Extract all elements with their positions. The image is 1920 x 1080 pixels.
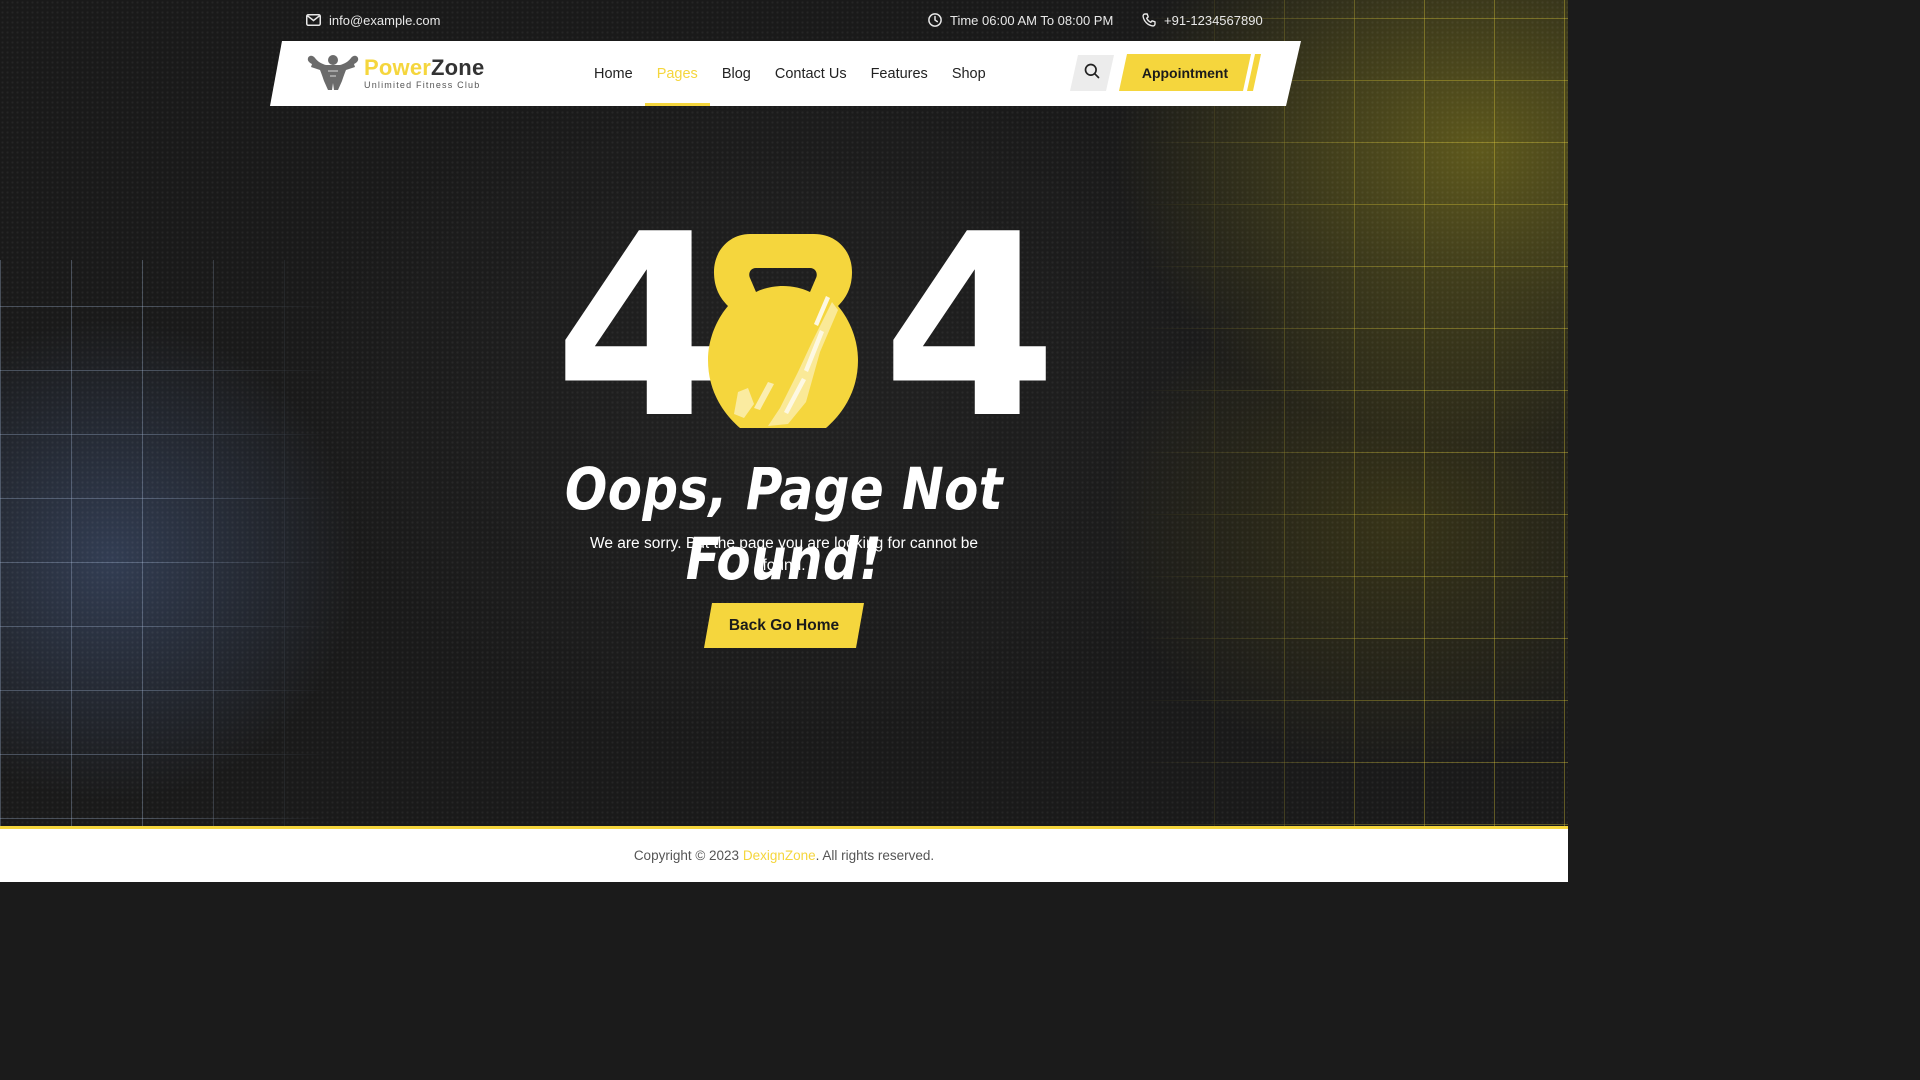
- phone-icon: [1142, 13, 1156, 27]
- back-home-button-label: Back Go Home: [728, 616, 840, 634]
- topbar-email[interactable]: info@example.com: [306, 10, 440, 30]
- appointment-button-label: Appointment: [1141, 64, 1229, 81]
- error-digit-left: 4: [554, 181, 730, 474]
- topbar-phone[interactable]: +91-1234567890: [1142, 10, 1263, 30]
- error-code-graphic: 4 4: [552, 202, 1057, 454]
- nav-item-home[interactable]: Home: [582, 41, 645, 106]
- footer-copyright-suffix: . All rights reserved.: [815, 848, 935, 863]
- footer-copyright-prefix: Copyright © 2023: [633, 848, 740, 863]
- top-info-bar: info@example.com Time 06:00 AM To 08:00 …: [306, 10, 1264, 30]
- bodybuilder-icon: [306, 52, 360, 94]
- nav-item-contact-us[interactable]: Contact Us: [763, 41, 859, 106]
- nav-menu: Home Pages Blog Contact Us Features Shop: [582, 41, 998, 106]
- topbar-phone-text: +91-1234567890: [1164, 12, 1263, 28]
- nav-item-pages[interactable]: Pages: [644, 41, 710, 106]
- error-message: We are sorry. But the page you are looki…: [589, 535, 978, 574]
- nav-item-shop[interactable]: Shop: [940, 41, 998, 106]
- logo-name-zone: Zone: [431, 55, 485, 80]
- logo-name-power: Power: [364, 55, 432, 80]
- search-icon: [1084, 63, 1100, 84]
- clock-icon: [928, 13, 942, 27]
- site-footer: Copyright © 2023 DexignZone. All rights …: [0, 826, 1568, 882]
- topbar-email-text: info@example.com: [329, 12, 441, 28]
- mail-icon: [306, 14, 321, 26]
- nav-item-blog[interactable]: Blog: [710, 41, 763, 106]
- kettlebell-icon: [708, 232, 858, 433]
- topbar-hours: Time 06:00 AM To 08:00 PM: [928, 10, 1113, 30]
- topbar-hours-text: Time 06:00 AM To 08:00 PM: [950, 12, 1114, 28]
- footer-brand-link[interactable]: DexignZone: [743, 848, 816, 863]
- main-navbar: PowerZone Unlimited Fitness Club Home Pa…: [270, 41, 1301, 106]
- logo-name: PowerZone: [364, 56, 484, 80]
- back-home-button[interactable]: Back Go Home: [704, 603, 864, 648]
- nav-item-features[interactable]: Features: [859, 41, 940, 106]
- logo-tagline: Unlimited Fitness Club: [364, 80, 481, 90]
- site-logo[interactable]: PowerZone Unlimited Fitness Club: [306, 52, 484, 94]
- appointment-button[interactable]: Appointment: [1119, 54, 1261, 91]
- error-digit-right: 4: [882, 181, 1058, 474]
